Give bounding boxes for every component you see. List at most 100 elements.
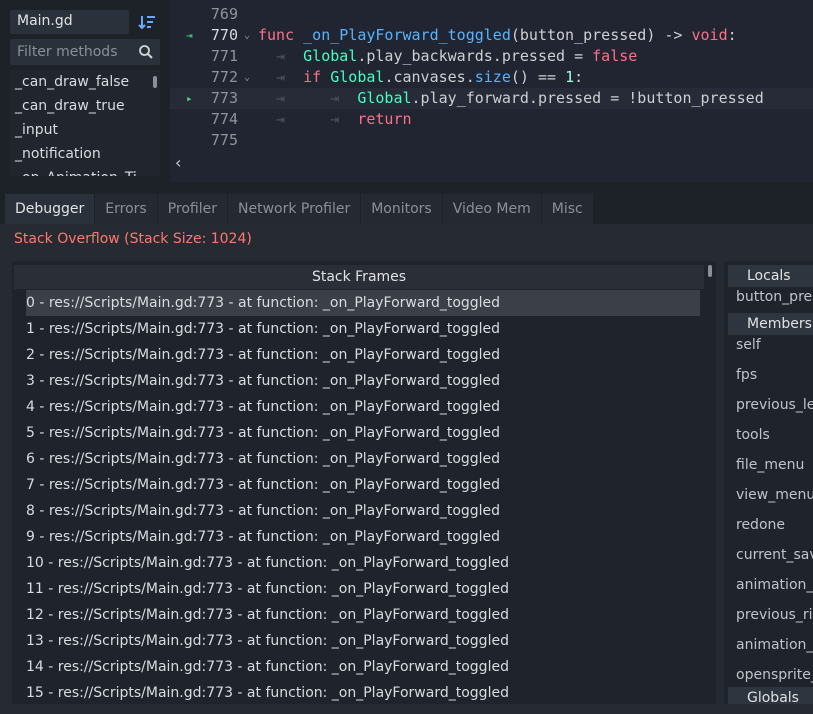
member-variable[interactable]: previous_le — [736, 397, 813, 413]
code-token: ⇥ — [258, 68, 304, 86]
stack-frame-row[interactable]: 7 - res://Scripts/Main.gd:773 - at funct… — [26, 472, 700, 498]
variable-inspector[interactable]: Locals button_pres Members self fps previo… — [724, 261, 813, 704]
member-variable[interactable]: current_sav — [736, 547, 813, 563]
member-variable[interactable]: view_menu — [736, 487, 813, 503]
collapse-sidebar-icon[interactable]: ‹ — [175, 153, 181, 172]
stack-frame-row[interactable]: 3 - res://Scripts/Main.gd:773 - at funct… — [26, 368, 700, 394]
execution-pointer-icon: ▸ — [186, 92, 193, 105]
tab-video-mem[interactable]: Video Mem — [442, 194, 541, 224]
filter-methods — [10, 39, 160, 65]
stack-frames-tree[interactable]: Stack Frames 0 - res://Scripts/Main.gd:7… — [12, 261, 716, 704]
filter-methods-input[interactable] — [10, 39, 136, 65]
code-token: () == — [510, 68, 566, 86]
tab-network-profiler[interactable]: Network Profiler — [228, 194, 361, 224]
fold-arrow-icon[interactable]: ⌄ — [244, 67, 250, 88]
code-token: ⇥ ⇥ — [258, 89, 358, 107]
tab-errors[interactable]: Errors — [95, 194, 157, 224]
bottom-panel: Debugger Errors Profiler Network Profile… — [0, 182, 813, 714]
method-item[interactable]: _can_draw_true — [10, 94, 160, 118]
line-number: 772 — [210, 68, 238, 86]
stack-frame-row[interactable]: 2 - res://Scripts/Main.gd:773 - at funct… — [26, 342, 700, 368]
stack-frames-header: Stack Frames — [14, 265, 704, 289]
code-line[interactable]: 772 ⌄ ⇥ if Global.canvases.size() == 1: — [170, 67, 813, 88]
code-token: : — [727, 26, 737, 44]
stack-frame-row[interactable]: 12 - res://Scripts/Main.gd:773 - at func… — [26, 602, 700, 628]
code-text: func _on_PlayForward_toggled(button_pres… — [258, 25, 737, 46]
line-number: 773 — [210, 89, 238, 107]
tab-monitors[interactable]: Monitors — [361, 194, 442, 224]
stack-frame-row[interactable]: 9 - res://Scripts/Main.gd:773 - at funct… — [26, 524, 700, 550]
stack-frame-row[interactable]: 1 - res://Scripts/Main.gd:773 - at funct… — [26, 316, 700, 342]
code-token: ⇥ — [258, 47, 304, 65]
stack-frame-list: 0 - res://Scripts/Main.gd:773 - at funct… — [26, 290, 700, 704]
stack-frame-row[interactable]: 15 - res://Scripts/Main.gd:773 - at func… — [26, 680, 700, 704]
code-line[interactable]: 769 — [170, 4, 813, 25]
tab-misc[interactable]: Misc — [541, 194, 593, 224]
member-variable[interactable]: tools — [736, 427, 770, 443]
code-token: .canvases. — [384, 68, 475, 86]
globals-section[interactable]: Globals — [728, 687, 813, 704]
code-text: ⇥ ⇥ Global.play_forward.pressed = !butto… — [258, 88, 764, 109]
code-token: size — [474, 68, 511, 86]
stack-frame-row[interactable]: 5 - res://Scripts/Main.gd:773 - at funct… — [26, 420, 700, 446]
sort-methods-button[interactable] — [135, 10, 159, 34]
member-variable[interactable]: animation_f — [736, 577, 813, 593]
methods-scrollbar[interactable] — [153, 76, 157, 88]
local-variable[interactable]: button_pres — [736, 289, 813, 305]
fold-arrow-icon[interactable]: ⌄ — [244, 25, 250, 46]
stack-frame-row[interactable]: 13 - res://Scripts/Main.gd:773 - at func… — [26, 628, 700, 654]
member-variable[interactable]: previous_ri — [736, 607, 813, 623]
stack-frame-row[interactable]: 6 - res://Scripts/Main.gd:773 - at funct… — [26, 446, 700, 472]
code-token: (button_pressed) -> — [510, 26, 692, 44]
code-token: func — [258, 26, 295, 44]
current-script-field[interactable]: Main.gd — [10, 10, 129, 34]
stack-frame-row[interactable]: 11 - res://Scripts/Main.gd:773 - at func… — [26, 576, 700, 602]
members-section[interactable]: Members — [728, 313, 813, 335]
code-token: return — [357, 110, 412, 128]
code-line[interactable]: 775 — [170, 130, 813, 151]
sort-icon — [138, 16, 155, 30]
tab-profiler[interactable]: Profiler — [157, 194, 228, 224]
member-variable[interactable]: self — [736, 337, 761, 353]
code-token: if — [303, 68, 322, 86]
code-editor[interactable]: 769 ⇥ 770 ⌄ func _on_PlayForward_toggled(but… — [170, 0, 813, 182]
script-sidebar: Main.gd _can_draw_false _can_draw_true _… — [0, 0, 170, 182]
code-text: ⇥ Global.play_backwards.pressed = false — [258, 46, 637, 67]
member-variable[interactable]: animation_l — [736, 637, 813, 653]
search-icon — [139, 45, 153, 59]
code-line[interactable]: ▸ 773 ⇥ ⇥ Global.play_forward.pressed = !… — [170, 88, 813, 109]
code-token: _on_PlayForward_toggled — [303, 26, 511, 44]
method-item[interactable]: _can_draw_false — [10, 70, 160, 94]
locals-section[interactable]: Locals — [728, 265, 813, 287]
member-variable[interactable]: fps — [736, 367, 757, 383]
code-text: ⇥ ⇥ return — [258, 109, 412, 130]
line-number: 774 — [210, 110, 238, 128]
stack-frame-row[interactable]: 0 - res://Scripts/Main.gd:773 - at funct… — [26, 290, 700, 316]
member-variable[interactable]: redone — [736, 517, 785, 533]
debugger-panel: Stack Overflow (Stack Size: 1024) Stack … — [0, 224, 813, 714]
code-token: false — [592, 47, 638, 65]
stack-frame-row[interactable]: 8 - res://Scripts/Main.gd:773 - at funct… — [26, 498, 700, 524]
code-token: Global — [330, 68, 385, 86]
method-item[interactable]: _notification — [10, 142, 160, 166]
stack-frame-row[interactable]: 4 - res://Scripts/Main.gd:773 - at funct… — [26, 394, 700, 420]
stack-frame-row[interactable]: 10 - res://Scripts/Main.gd:773 - at func… — [26, 550, 700, 576]
frames-scrollbar[interactable] — [708, 265, 712, 277]
line-number: 771 — [210, 47, 238, 65]
code-token: void — [691, 26, 728, 44]
code-token: ⇥ ⇥ — [258, 110, 358, 128]
stack-frame-row[interactable]: 14 - res://Scripts/Main.gd:773 - at func… — [26, 654, 700, 680]
member-variable[interactable]: file_menu — [736, 457, 804, 473]
method-item[interactable]: _on_Animation_Ti... — [10, 166, 160, 176]
code-line[interactable]: 774 ⇥ ⇥ return — [170, 109, 813, 130]
code-line[interactable]: 771 ⇥ Global.play_backwards.pressed = fa… — [170, 46, 813, 67]
method-item[interactable]: _input — [10, 118, 160, 142]
code-text: ⇥ if Global.canvases.size() == 1: — [258, 67, 583, 88]
member-variable[interactable]: opensprite_ — [736, 667, 813, 683]
code-token: : — [574, 68, 584, 86]
code-token: Global — [303, 47, 358, 65]
code-line[interactable]: ⇥ 770 ⌄ func _on_PlayForward_toggled(button… — [170, 25, 813, 46]
tab-debugger[interactable]: Debugger — [5, 194, 95, 224]
connected-signal-icon: ⇥ — [186, 29, 193, 42]
